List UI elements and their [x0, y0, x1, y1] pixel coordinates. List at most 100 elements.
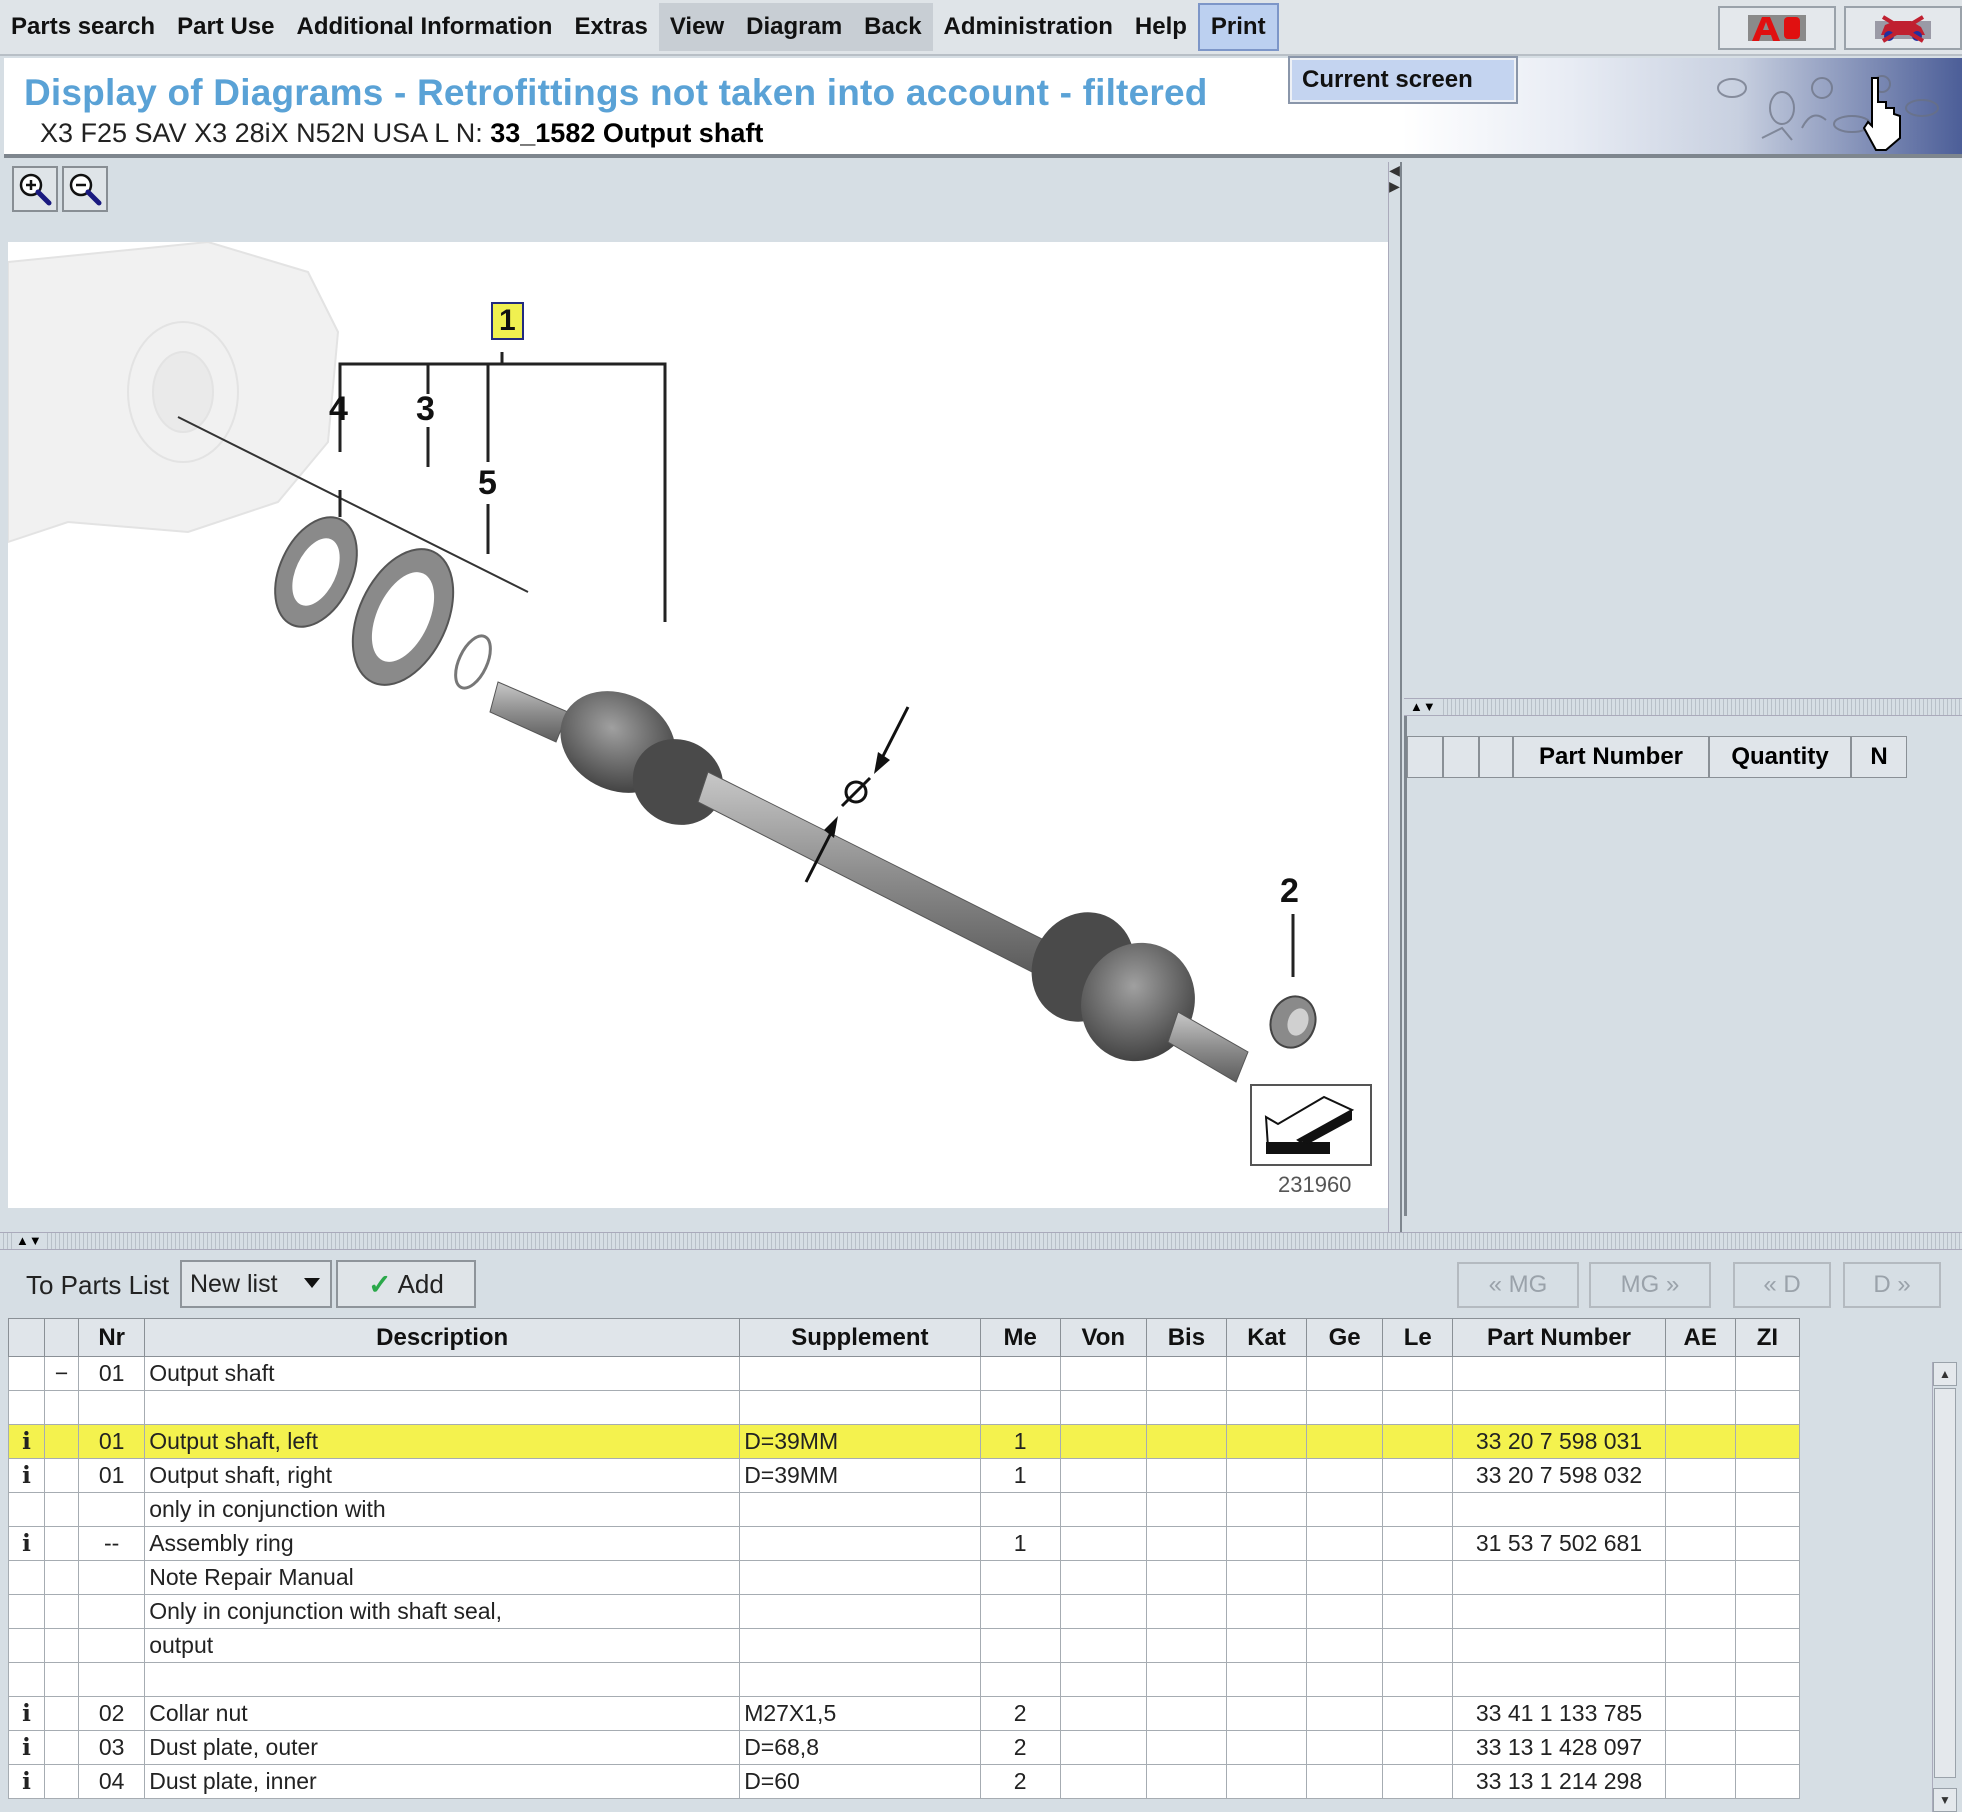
- to-parts-list-label: To Parts List: [26, 1270, 170, 1300]
- me-cell: [979, 1390, 1061, 1425]
- warning-button[interactable]: [1718, 6, 1836, 50]
- menu-help[interactable]: Help: [1124, 3, 1198, 51]
- info-icon[interactable]: i: [7, 1526, 46, 1561]
- col-supplement[interactable]: Supplement: [739, 1318, 981, 1357]
- table-row[interactable]: i -- Assembly ring 1 31 53 7 502 681: [7, 1526, 1801, 1561]
- part-number-cell: [1452, 1628, 1666, 1663]
- table-row[interactable]: only in conjunction with: [7, 1492, 1801, 1527]
- col-part-number[interactable]: Part Number: [1513, 736, 1709, 778]
- table-row[interactable]: i 01 Output shaft, left D=39MM 1 33 20 7 598 …: [7, 1424, 1801, 1459]
- collapse-right-icon[interactable]: ▶: [1389, 178, 1400, 194]
- add-button[interactable]: ✓ Add: [336, 1260, 476, 1308]
- main-horizontal-splitter[interactable]: ▲▼: [0, 1232, 1962, 1250]
- menu-item-current-screen[interactable]: Current screen: [1292, 60, 1514, 100]
- col-bis[interactable]: Bis: [1145, 1318, 1227, 1357]
- info-cell: [7, 1356, 46, 1391]
- table-row[interactable]: i 04 Dust plate, inner D=60 2 33 13 1 214 298: [7, 1764, 1801, 1799]
- table-row[interactable]: i 03 Dust plate, outer D=68,8 2 33 13 1 428 0…: [7, 1730, 1801, 1765]
- table-row[interactable]: Only in conjunction with shaft seal,: [7, 1594, 1801, 1629]
- supplement-cell: [739, 1526, 981, 1561]
- col-quantity[interactable]: Quantity: [1709, 736, 1851, 778]
- menu-diagram[interactable]: Diagram: [735, 3, 854, 51]
- diagram-canvas[interactable]: 1 2 3 4 5 231960: [8, 242, 1388, 1208]
- me-cell: 2: [979, 1696, 1061, 1731]
- info-icon[interactable]: i: [7, 1730, 46, 1765]
- part-number-cell: 33 20 7 598 031: [1452, 1424, 1666, 1459]
- menu-part-use[interactable]: Part Use: [166, 3, 285, 51]
- callout-3[interactable]: 3: [416, 390, 435, 429]
- next-diagram-button[interactable]: D »: [1843, 1262, 1941, 1308]
- menu-back[interactable]: Back: [853, 3, 933, 51]
- supplement-cell: [739, 1390, 981, 1425]
- prev-main-group-button[interactable]: « MG: [1457, 1262, 1579, 1308]
- table-row[interactable]: i 02 Collar nut M27X1,5 2 33 41 1 133 785: [7, 1696, 1801, 1731]
- col-kat[interactable]: Kat: [1225, 1318, 1308, 1357]
- callout-1[interactable]: 1: [491, 302, 524, 340]
- table-row[interactable]: [7, 1390, 1801, 1425]
- parts-table-scrollbar[interactable]: ▲ ▼: [1932, 1362, 1958, 1812]
- supplement-cell: [739, 1628, 981, 1663]
- col-tree[interactable]: [44, 1318, 80, 1357]
- menu-parts-search[interactable]: Parts search: [0, 3, 166, 51]
- col-blank-1[interactable]: [1407, 736, 1443, 778]
- nr-cell: 02: [78, 1696, 146, 1731]
- ae-cell: [1664, 1696, 1736, 1731]
- zoom-in-button[interactable]: [12, 166, 58, 212]
- kat-cell: [1225, 1560, 1308, 1595]
- info-icon[interactable]: i: [7, 1764, 46, 1799]
- me-cell: 2: [979, 1730, 1061, 1765]
- info-icon[interactable]: i: [7, 1458, 46, 1493]
- col-zi[interactable]: ZI: [1734, 1318, 1801, 1357]
- splitter-arrows-icon[interactable]: ▲▼: [1406, 699, 1440, 715]
- parts-list-select[interactable]: New list: [180, 1260, 332, 1308]
- info-icon[interactable]: i: [7, 1424, 46, 1459]
- col-description[interactable]: Description: [144, 1318, 741, 1357]
- right-horizontal-splitter[interactable]: ▲▼: [1404, 698, 1962, 716]
- col-blank-3[interactable]: [1479, 736, 1513, 778]
- col-ge[interactable]: Ge: [1306, 1318, 1384, 1357]
- splitter-arrows-icon[interactable]: ▲▼: [12, 1233, 46, 1249]
- callout-2[interactable]: 2: [1280, 872, 1299, 911]
- col-ae[interactable]: AE: [1664, 1318, 1736, 1357]
- menu-print[interactable]: Print: [1197, 3, 1279, 51]
- table-row[interactable]: Note Repair Manual: [7, 1560, 1801, 1595]
- collapse-left-icon[interactable]: ◀: [1389, 162, 1400, 178]
- ge-cell: [1306, 1696, 1384, 1731]
- ae-cell: [1664, 1526, 1736, 1561]
- scroll-up-icon[interactable]: ▲: [1933, 1362, 1957, 1386]
- scrollbar-thumb[interactable]: [1934, 1388, 1956, 1778]
- col-part-number[interactable]: Part Number: [1452, 1318, 1666, 1357]
- info-icon[interactable]: i: [7, 1696, 46, 1731]
- le-cell: [1382, 1628, 1454, 1663]
- col-von[interactable]: Von: [1059, 1318, 1147, 1357]
- diagram-panel: 1 2 3 4 5 231960: [8, 162, 1388, 1232]
- menu-extras[interactable]: Extras: [563, 3, 658, 51]
- scroll-down-icon[interactable]: ▼: [1933, 1788, 1957, 1812]
- parts-table-body: −01 Output shaft i 01 Output shaft, left D=39…: [7, 1356, 1801, 1799]
- table-row[interactable]: i 01 Output shaft, right D=39MM 1 33 20 7 598…: [7, 1458, 1801, 1493]
- vehicle-button[interactable]: [1844, 6, 1962, 50]
- col-nr[interactable]: Nr: [78, 1318, 146, 1357]
- next-main-group-button[interactable]: MG »: [1589, 1262, 1711, 1308]
- prev-diagram-button[interactable]: « D: [1733, 1262, 1831, 1308]
- shopping-list-panel: Part Number Quantity N: [1404, 716, 1962, 1216]
- bis-cell: [1145, 1424, 1227, 1459]
- le-cell: [1382, 1356, 1454, 1391]
- col-me[interactable]: Me: [979, 1318, 1061, 1357]
- col-n[interactable]: N: [1851, 736, 1907, 778]
- vertical-splitter[interactable]: ◀ ▶: [1388, 162, 1402, 1232]
- menu-administration[interactable]: Administration: [933, 3, 1124, 51]
- menu-view[interactable]: View: [658, 3, 736, 51]
- table-row[interactable]: −01 Output shaft: [7, 1356, 1801, 1391]
- info-cell: [7, 1560, 46, 1595]
- table-row[interactable]: [7, 1662, 1801, 1697]
- callout-4[interactable]: 4: [329, 390, 348, 429]
- col-blank-2[interactable]: [1443, 736, 1479, 778]
- menu-additional-information[interactable]: Additional Information: [285, 3, 563, 51]
- callout-5[interactable]: 5: [478, 464, 497, 503]
- zoom-out-button[interactable]: [62, 166, 108, 212]
- table-row[interactable]: output: [7, 1628, 1801, 1663]
- ge-cell: [1306, 1390, 1384, 1425]
- col-info[interactable]: [7, 1318, 46, 1357]
- col-le[interactable]: Le: [1382, 1318, 1454, 1357]
